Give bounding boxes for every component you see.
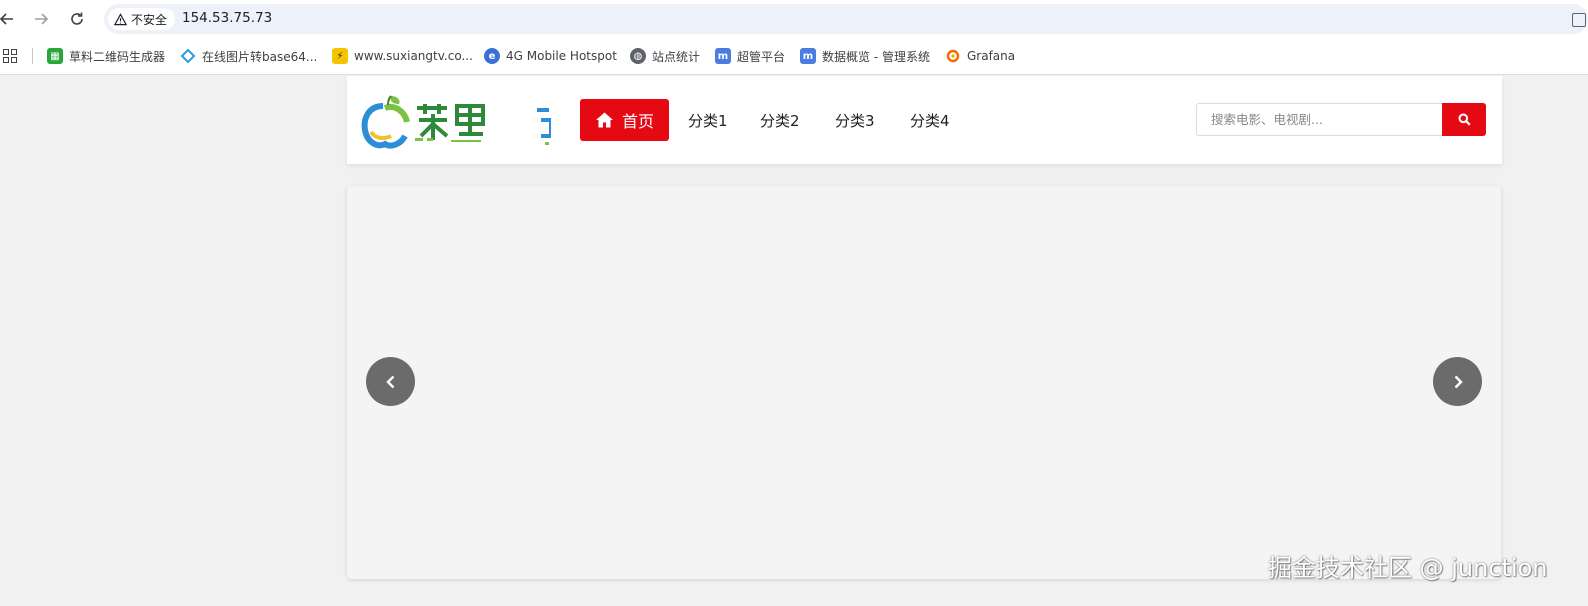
bookmark-label: www.suxiangtv.co...: [354, 49, 473, 63]
warning-icon: [114, 12, 127, 25]
apple-logo-icon: [361, 95, 553, 149]
bookmarks-separator: [32, 48, 33, 64]
bookmark-label: 4G Mobile Hotspot: [506, 49, 617, 63]
carousel-next-button[interactable]: [1433, 357, 1482, 406]
nav-category-1[interactable]: 分类1: [688, 110, 728, 131]
bookmark-data-overview[interactable]: m 数据概览 - 管理系统: [800, 47, 930, 65]
bookmark-label: 超管平台: [737, 49, 786, 64]
arrow-left-icon: [0, 13, 13, 25]
site-header: 首页 分类1 分类2 分类3 分类4: [347, 76, 1502, 164]
globe-e-icon: e: [484, 48, 500, 64]
m-icon: m: [715, 48, 731, 64]
bookmark-grafana[interactable]: Grafana: [945, 47, 1015, 65]
bookmark-label: 草料二维码生成器: [69, 49, 166, 64]
search-icon: [1458, 113, 1471, 126]
search-input[interactable]: [1196, 103, 1444, 136]
chevron-left-icon: [385, 375, 394, 388]
bookmark-label: 站点统计: [652, 49, 701, 64]
bookmark-site-stats[interactable]: ◍ 站点统计: [630, 47, 700, 65]
forward-button[interactable]: [30, 8, 52, 30]
reload-button[interactable]: [66, 8, 88, 30]
bookmark-admin-platform[interactable]: m 超管平台: [715, 47, 785, 65]
search-button[interactable]: [1442, 103, 1486, 136]
qr-icon: ▦: [47, 48, 63, 64]
search-form: [1196, 103, 1486, 136]
arrow-right-icon: [35, 13, 49, 25]
globe-icon: ◍: [630, 48, 646, 64]
address-bar[interactable]: 不安全 154.53.75.73: [104, 4, 1588, 34]
home-icon: [595, 112, 613, 128]
nav-category-4[interactable]: 分类4: [910, 110, 950, 131]
home-nav-label: 首页: [621, 112, 654, 131]
home-nav-button[interactable]: 首页: [580, 99, 669, 141]
watermark-text: 掘金技术社区 @ junction: [1268, 554, 1548, 582]
grafana-icon: [945, 48, 961, 64]
diamond-icon: [180, 48, 196, 64]
url-text[interactable]: 154.53.75.73: [182, 10, 272, 26]
security-label: 不安全: [131, 12, 168, 27]
translate-icon[interactable]: [1572, 13, 1586, 27]
back-button[interactable]: [0, 8, 18, 30]
banner-carousel: [347, 186, 1501, 579]
bookmark-suxiangtv[interactable]: ⚡ www.suxiangtv.co...: [332, 47, 473, 65]
bookmark-hotspot[interactable]: e 4G Mobile Hotspot: [484, 47, 617, 65]
apps-grid-icon[interactable]: [3, 49, 17, 63]
site-logo[interactable]: [361, 92, 553, 150]
bookmarks-bar: ▦ 草料二维码生成器 在线图片转base64... ⚡ www.suxiangt…: [0, 38, 1588, 75]
nav-category-2[interactable]: 分类2: [760, 110, 800, 131]
bolt-icon: ⚡: [332, 48, 348, 64]
chevron-right-icon: [1454, 375, 1463, 388]
bookmark-base64[interactable]: 在线图片转base64...: [180, 47, 317, 65]
m-icon: m: [800, 48, 816, 64]
nav-category-3[interactable]: 分类3: [835, 110, 875, 131]
security-chip[interactable]: 不安全: [108, 8, 176, 30]
reload-icon: [71, 12, 83, 25]
bookmark-caoliao[interactable]: ▦ 草料二维码生成器: [47, 47, 165, 65]
bookmark-label: 数据概览 - 管理系统: [822, 49, 930, 64]
browser-toolbar: 不安全 154.53.75.73: [0, 0, 1588, 38]
bookmark-label: 在线图片转base64...: [202, 49, 318, 64]
bookmark-label: Grafana: [967, 49, 1016, 63]
carousel-prev-button[interactable]: [366, 357, 415, 406]
